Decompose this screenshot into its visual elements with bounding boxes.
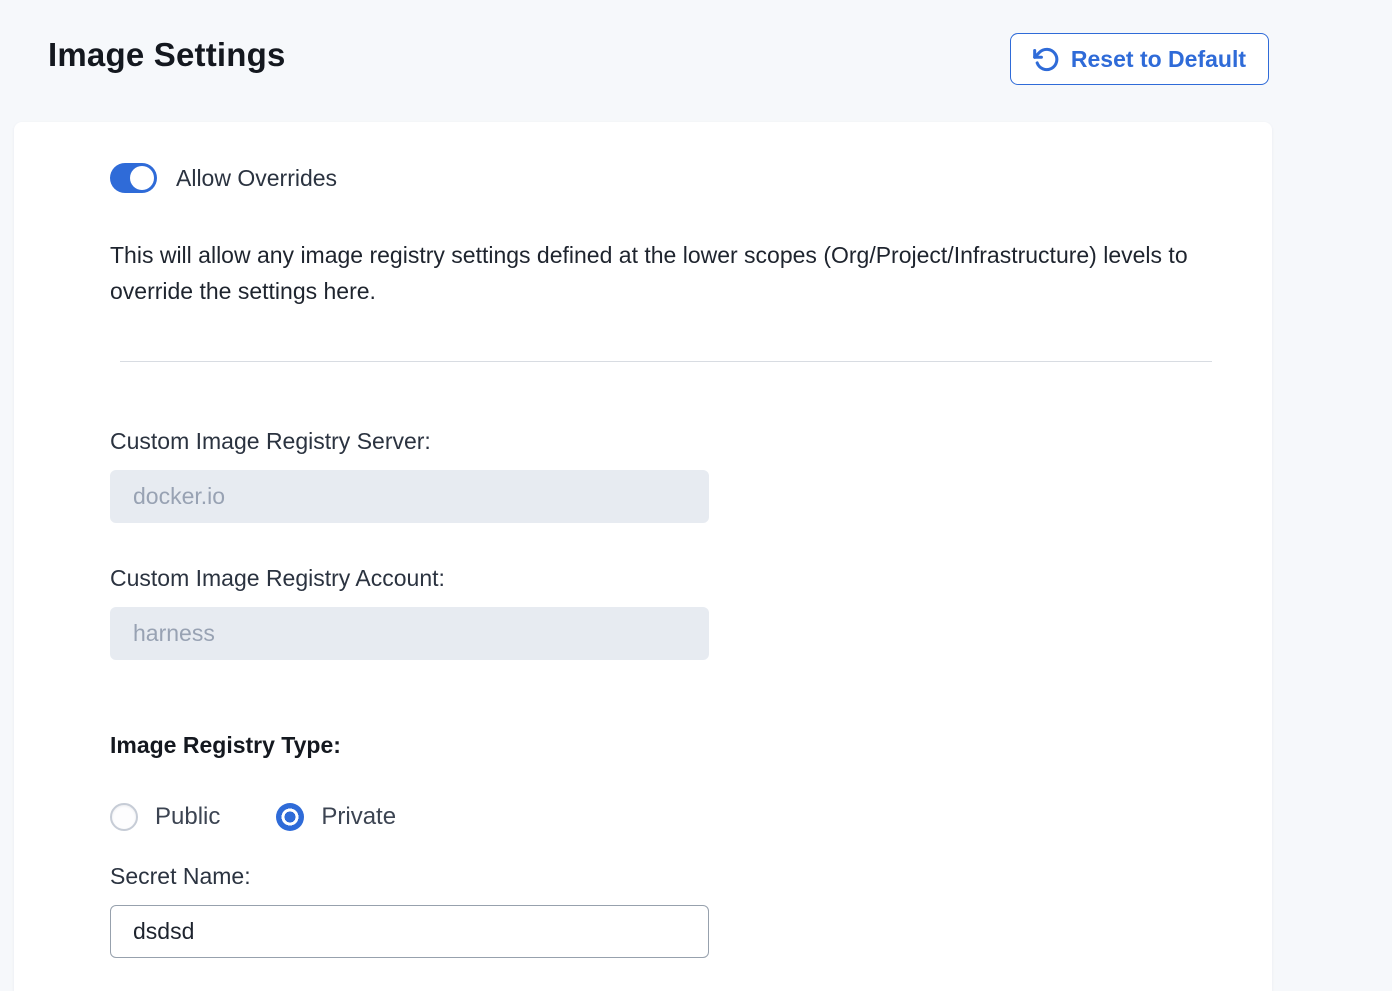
image-settings-card: Allow Overrides This will allow any imag… bbox=[14, 122, 1272, 991]
registry-type-label: Image Registry Type: bbox=[110, 732, 1232, 759]
registry-account-label: Custom Image Registry Account: bbox=[110, 565, 1232, 592]
registry-server-label: Custom Image Registry Server: bbox=[110, 428, 1232, 455]
reset-button-label: Reset to Default bbox=[1071, 46, 1246, 73]
radio-public-label: Public bbox=[155, 803, 220, 831]
radio-option-public[interactable]: Public bbox=[110, 803, 220, 831]
registry-account-input bbox=[110, 607, 709, 660]
allow-overrides-label: Allow Overrides bbox=[176, 165, 337, 192]
radio-public-icon[interactable] bbox=[110, 803, 138, 831]
registry-type-radio-group: Public Private bbox=[110, 803, 1232, 831]
page-header: Image Settings Reset to Default bbox=[0, 0, 1392, 122]
reset-ccw-icon bbox=[1033, 46, 1060, 73]
allow-overrides-toggle[interactable] bbox=[110, 163, 157, 193]
radio-private-icon[interactable] bbox=[276, 803, 304, 831]
radio-option-private[interactable]: Private bbox=[276, 803, 396, 831]
allow-overrides-row: Allow Overrides bbox=[110, 163, 1232, 193]
page-title: Image Settings bbox=[48, 36, 286, 74]
secret-name-input[interactable] bbox=[110, 905, 709, 958]
registry-server-input bbox=[110, 470, 709, 523]
overrides-description: This will allow any image registry setti… bbox=[110, 237, 1225, 309]
radio-private-label: Private bbox=[321, 803, 396, 831]
reset-to-default-button[interactable]: Reset to Default bbox=[1010, 33, 1269, 85]
section-divider bbox=[120, 361, 1212, 362]
toggle-knob bbox=[130, 166, 154, 190]
secret-name-label: Secret Name: bbox=[110, 863, 1232, 890]
